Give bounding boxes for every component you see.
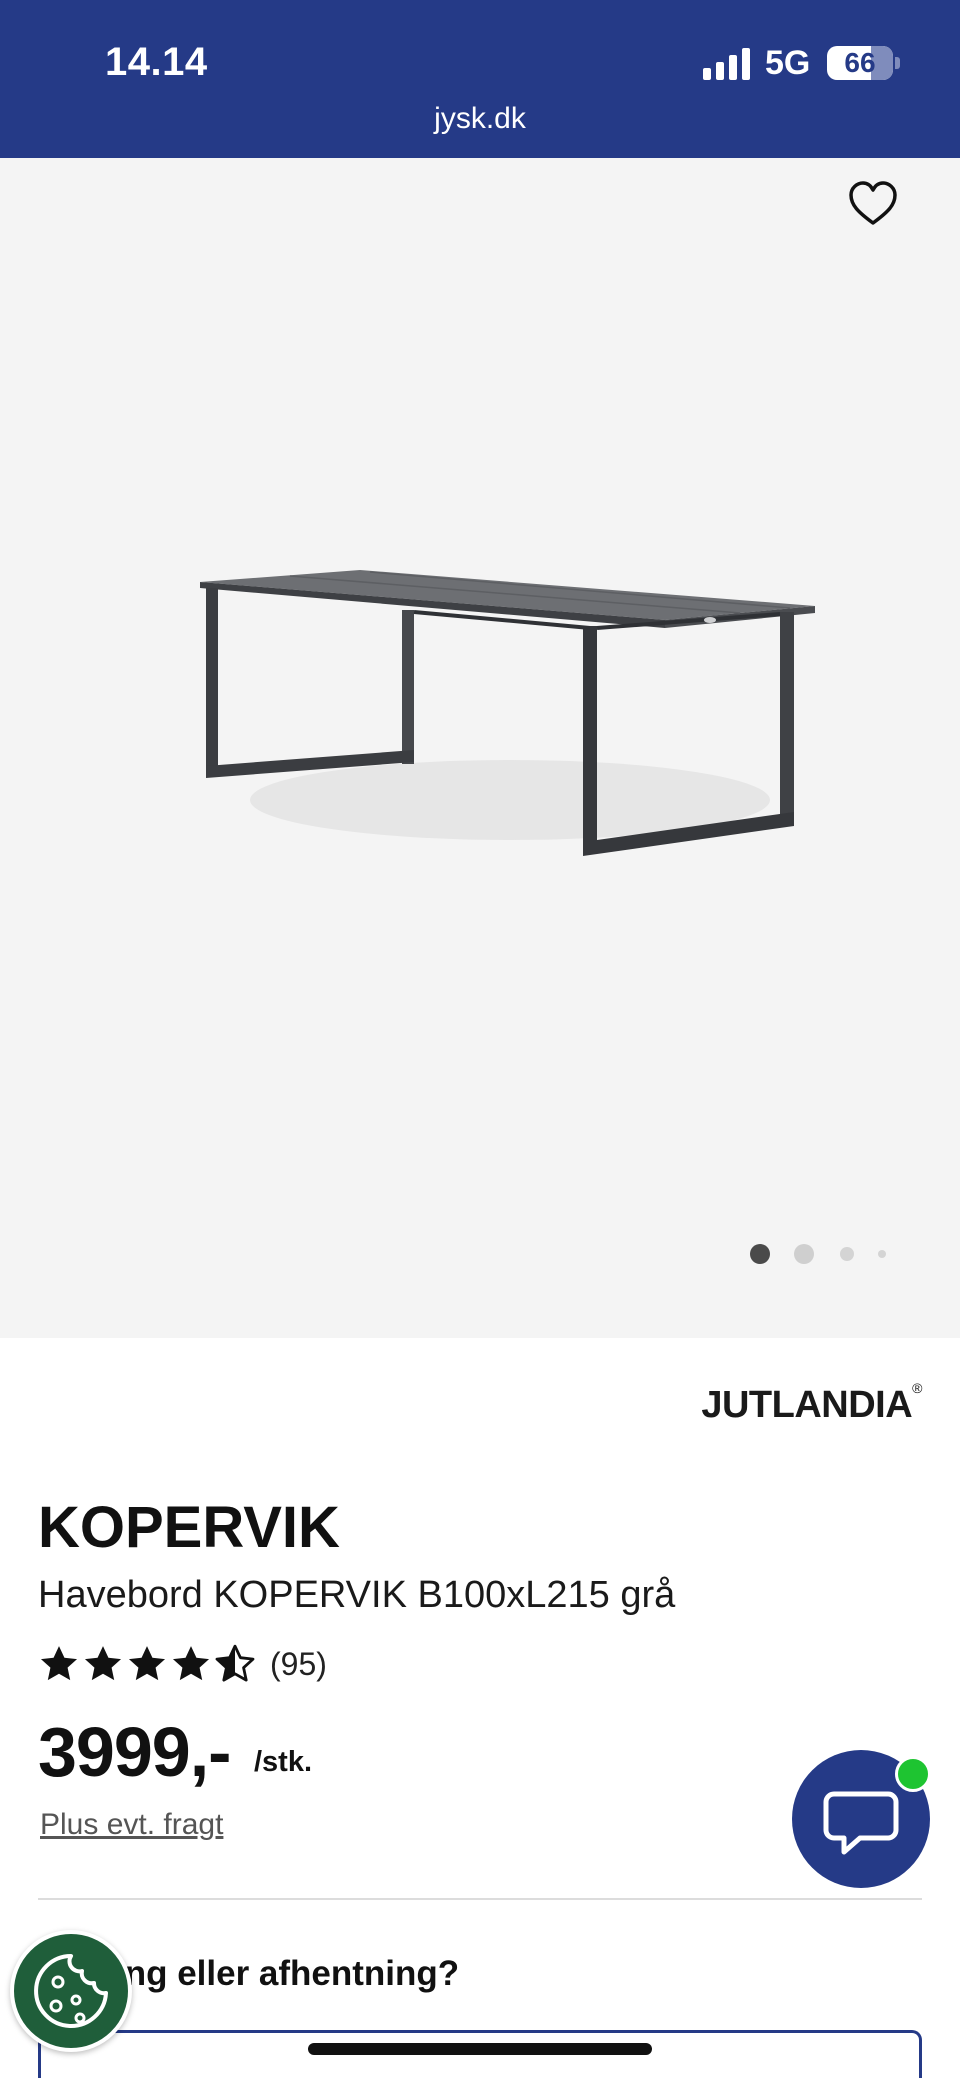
price-unit: /stk.	[254, 1746, 313, 1778]
product-title: KOPERVIK	[38, 1495, 340, 1560]
battery-level: 66	[844, 47, 876, 78]
cellular-signal-icon	[703, 48, 750, 80]
star-filled-icon	[128, 1646, 166, 1681]
gallery-dot-3[interactable]	[840, 1247, 854, 1261]
gallery-pagination[interactable]	[0, 1244, 960, 1264]
star-filled-icon	[84, 1646, 122, 1681]
home-indicator[interactable]	[308, 2043, 652, 2055]
battery-icon: 66	[827, 46, 893, 80]
product-rating[interactable]: (95)	[38, 1642, 327, 1686]
network-type: 5G	[765, 44, 811, 82]
gallery-dot-4[interactable]	[878, 1250, 886, 1258]
cookie-settings-button[interactable]	[10, 1930, 132, 2052]
freight-link[interactable]: Plus evt. fragt	[40, 1808, 223, 1842]
cookie-icon	[34, 1954, 108, 2028]
registered-mark: ®	[912, 1380, 922, 1396]
battery-tip	[895, 57, 900, 69]
product-price: 3999,-	[38, 1713, 231, 1791]
product-description: Havebord KOPERVIK B100xL215 grå	[38, 1574, 676, 1616]
brand-logo[interactable]: JUTLANDIA®	[701, 1380, 922, 1427]
rating-count: (95)	[270, 1645, 327, 1682]
star-half-icon	[215, 1644, 255, 1682]
online-status-dot	[895, 1756, 931, 1792]
gallery-dot-1[interactable]	[750, 1244, 770, 1264]
brand-name: JUTLANDIA	[701, 1384, 913, 1426]
divider	[38, 1898, 922, 1900]
star-filled-icon	[40, 1646, 78, 1681]
status-time: 14.14	[105, 40, 208, 84]
browser-header: 14.14 5G 66 jysk.dk	[0, 0, 960, 158]
url-bar[interactable]: jysk.dk	[0, 102, 960, 136]
product-image	[200, 570, 815, 856]
star-filled-icon	[172, 1646, 210, 1681]
delivery-question: ing eller afhentning?	[115, 1954, 460, 1993]
heart-outline-icon[interactable]	[848, 180, 898, 230]
gallery-dot-2[interactable]	[794, 1244, 814, 1264]
